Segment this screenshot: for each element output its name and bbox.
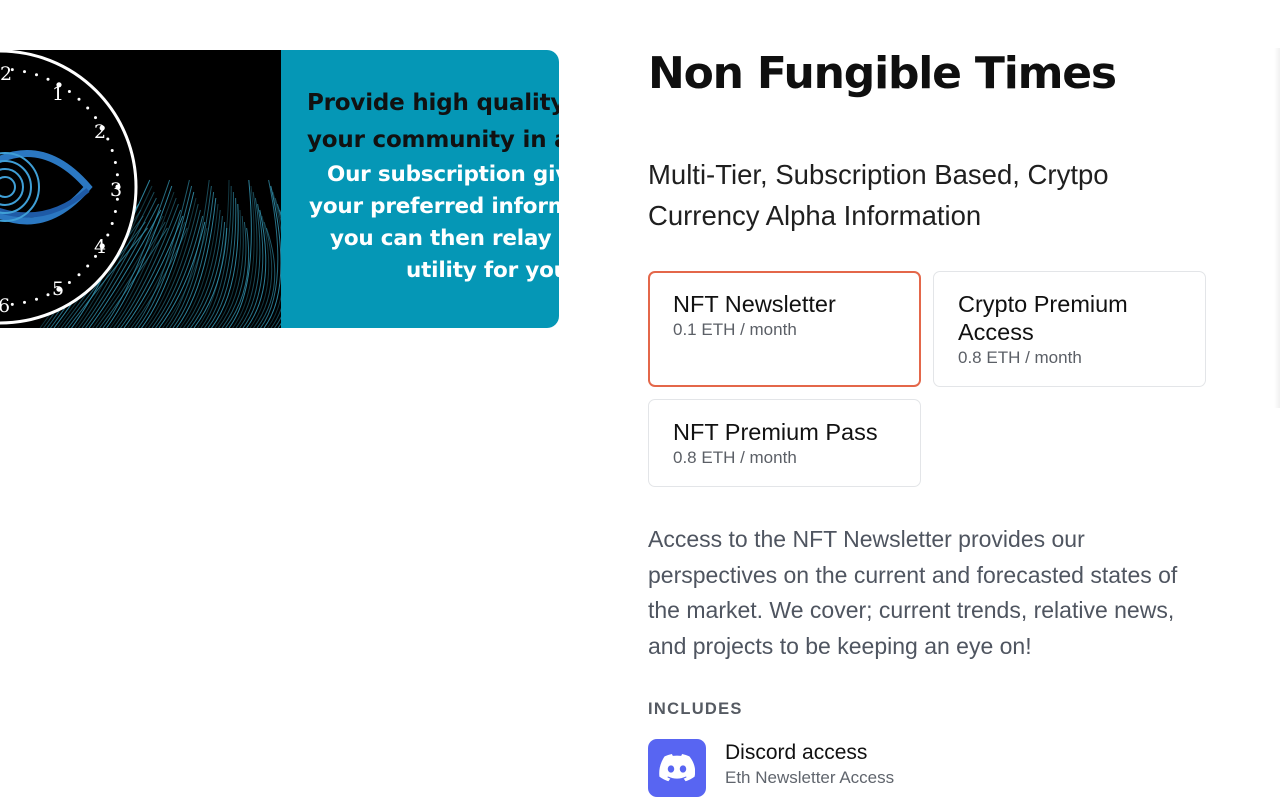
tier-description: Access to the NFT Newsletter provides ou… [648,526,1178,659]
discord-icon [648,739,706,797]
tier-name: Crypto Premium Access [958,291,1128,345]
clock-number-6: 6 [0,295,10,317]
tier-name: NFT Newsletter [673,291,836,317]
tier-option-crypto-premium-access[interactable]: Crypto Premium Access 0.8 ETH / month [933,271,1206,387]
banner-promo-text: Provide high quality your community in a… [281,50,559,328]
clock-number-4: 4 [94,236,106,258]
product-title: Non Fungible Times [648,48,1117,99]
product-subtitle: Multi-Tier, Subscription Based, Crytpo C… [648,159,1109,231]
clock-eye-artwork: 2 1 2 3 4 5 6 [0,50,281,328]
tier-name: NFT Premium Pass [673,419,878,445]
tier-price: 0.8 ETH / month [958,348,1082,367]
tier-option-nft-premium-pass[interactable]: NFT Premium Pass 0.8 ETH / month [648,399,921,487]
banner-line-6: utility for your [406,258,559,283]
banner-line-1: Provide high quality [307,90,559,116]
includes-heading: INCLUDES [648,700,743,718]
clock-number-1: 1 [52,83,64,105]
clock-number-3: 3 [110,179,122,201]
tier-price: 0.1 ETH / month [673,320,797,339]
product-banner-image: 2 1 2 3 4 5 6 Provide high quality your … [0,50,559,328]
tier-option-nft-newsletter[interactable]: NFT Newsletter 0.1 ETH / month [648,271,921,387]
banner-line-5: you can then relay it [330,226,559,251]
include-item-discord: Discord access Eth Newsletter Access [648,739,1048,799]
tier-price: 0.8 ETH / month [673,448,797,467]
banner-line-3: Our subscription give [327,162,559,187]
banner-line-4: your preferred inform [309,194,559,219]
page-edge-shadow [1274,48,1280,408]
banner-line-2: your community in a [307,127,559,153]
clock-number-2-top: 2 [0,63,12,85]
clock-number-5: 5 [52,278,64,300]
include-item-name: Discord access [725,741,868,764]
include-item-subtitle: Eth Newsletter Access [725,768,895,787]
clock-number-2: 2 [94,121,106,143]
